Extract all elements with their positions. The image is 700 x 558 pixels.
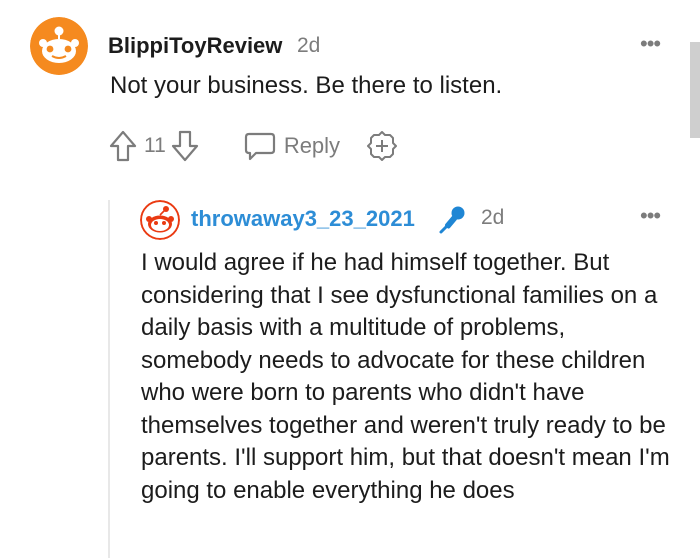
more-options-button[interactable]: ••• [640,33,661,55]
comment-actions: 11 Reply [108,129,398,163]
reply-body: I would agree if he had himself together… [141,249,670,504]
reply-age: 2d [481,206,505,229]
reply-author[interactable]: throwaway3_23_2021 [191,206,415,232]
reply-label: Reply [283,133,341,158]
speech-bubble-icon [244,132,275,161]
comment-thread: BlippiToyReview 2d ••• Not your business… [0,0,700,558]
snoo-avatar-icon [140,200,180,240]
downvote-button[interactable] [170,129,200,163]
comment-body: Not your business. Be there to listen. [110,72,503,99]
reply-button[interactable]: Reply [244,131,340,161]
vote-count: 11 [144,134,166,157]
award-plus-icon [367,131,398,161]
reply-more-options-button[interactable]: ••• [640,205,661,227]
reply-user-avatar[interactable] [140,200,180,240]
user-avatar[interactable] [30,17,88,75]
arrow-down-outline-icon [171,130,198,162]
upvote-button[interactable] [108,129,138,163]
thread-line[interactable] [108,200,110,558]
arrow-up-outline-icon [109,130,137,162]
comment-age: 2d [297,34,321,57]
award-button[interactable] [366,130,398,162]
snoo-avatar-icon [30,17,88,75]
microphone-icon [434,203,468,242]
comment-author[interactable]: BlippiToyReview [108,33,282,59]
scrollbar[interactable] [690,42,700,138]
